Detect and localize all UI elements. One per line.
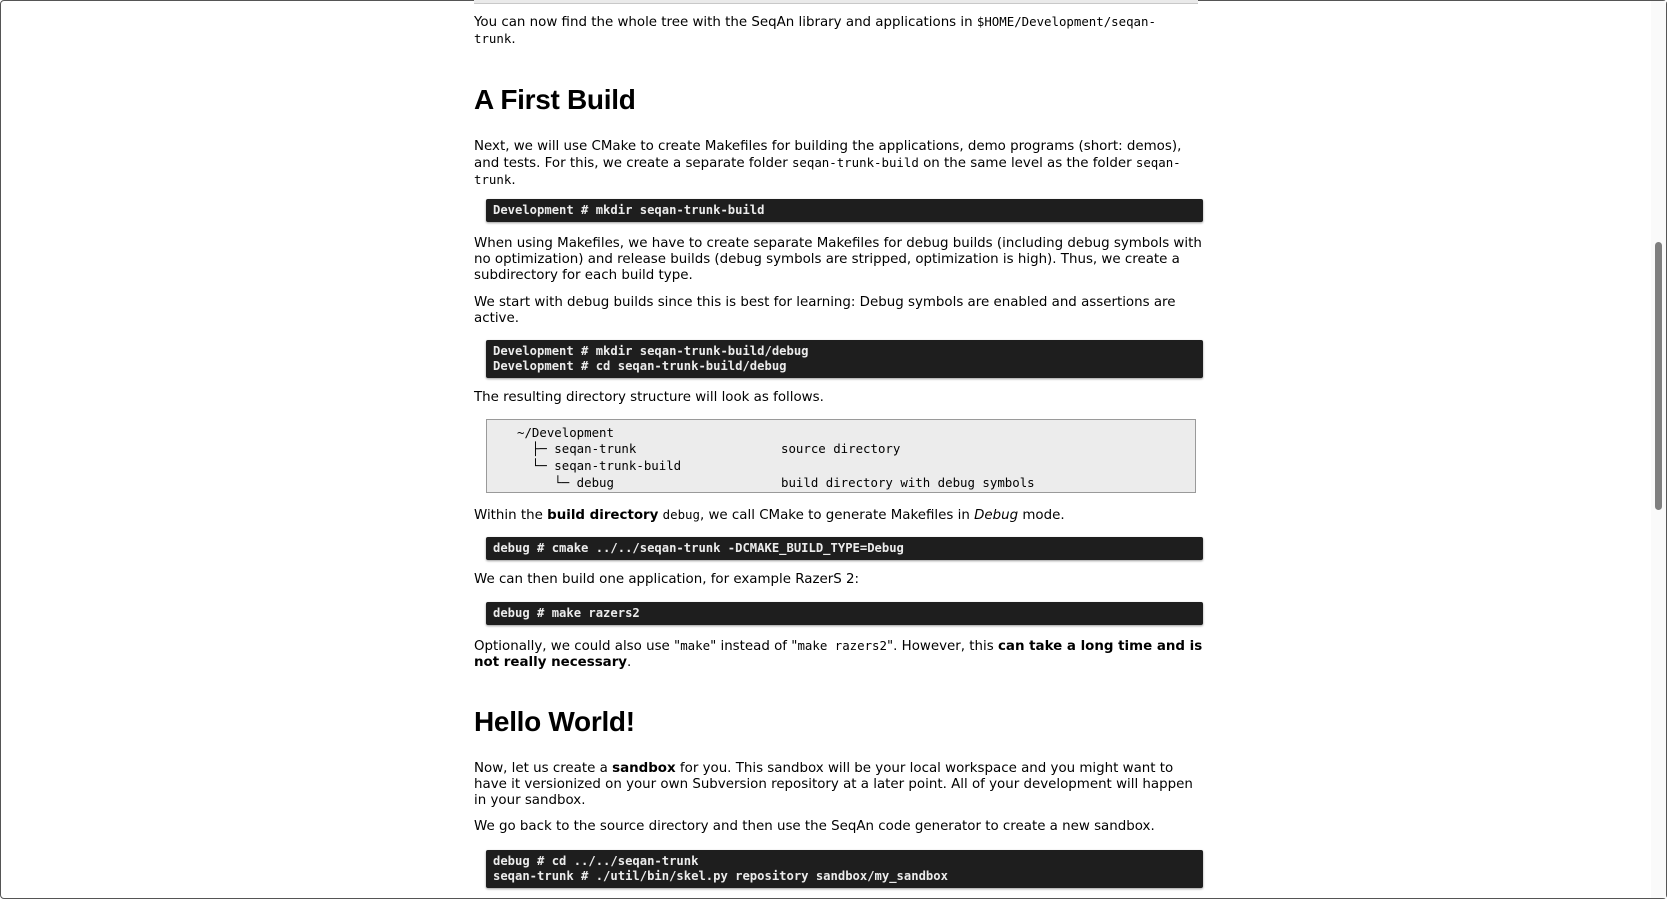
scrollbar-thumb[interactable] [1655, 242, 1662, 510]
build-paragraph-3: We start with debug builds since this is… [474, 295, 1210, 327]
build-p7a: Optionally, we could also use " [474, 639, 681, 654]
code-line: debug # cd ../../seqan-trunk [493, 854, 699, 868]
build-p2-line3: subdirectory for each build type. [474, 268, 693, 283]
hello-p1a: Now, let us create a [474, 761, 608, 776]
code-line: debug # make razers2 [493, 606, 640, 620]
build-p3-line1: We start with debug builds since this is… [474, 295, 1176, 310]
make-razers-code: make razers2 [797, 638, 887, 653]
build-p5c: mode. [1022, 508, 1065, 523]
code-line: Development # mkdir seqan-trunk-build/de… [493, 344, 809, 358]
build-paragraph-4: The resulting directory structure will l… [474, 390, 824, 405]
heading-first-build: A First Build [474, 84, 636, 115]
tree-row: ├─ seqan-trunk [517, 441, 637, 456]
hello-p1-line3: in your sandbox. [474, 793, 586, 808]
intro-text: You can now find the whole tree with the… [474, 15, 973, 30]
emphasis-not-necessary: not really necessary [474, 655, 628, 670]
intro-end: . [511, 32, 516, 47]
debug-dir-code: debug [662, 507, 700, 522]
tree-row: ~/Development [517, 425, 614, 440]
code-line: Development # cd seqan-trunk-build/debug [493, 359, 787, 373]
top-divider [474, 0, 1198, 4]
make-code: make [680, 638, 711, 653]
tree-row: └─ seqan-trunk-build [517, 458, 682, 473]
build-p1-line2b: on the same level as the folder [923, 156, 1132, 171]
intro-path-code: $HOME/Development/seqan- [976, 14, 1156, 29]
build-paragraph-2: When using Makefiles, we have to create … [474, 236, 1210, 284]
vertical-scrollbar[interactable] [1651, 1, 1666, 898]
build-paragraph-1: Next, we will use CMake to create Makefi… [474, 139, 1210, 189]
code-line: debug # cmake ../../seqan-trunk -DCMAKE_… [493, 541, 904, 555]
source-folder-code: seqan- [1135, 155, 1181, 170]
sandbox-term: sandbox [612, 761, 676, 776]
code-block-cmake: debug # cmake ../../seqan-trunk -DCMAKE_… [486, 537, 1203, 560]
code-block-debug-dir: Development # mkdir seqan-trunk-build/de… [486, 340, 1203, 378]
hello-paragraph-2: We go back to the source directory and t… [474, 819, 1155, 834]
build-p1-end: . [511, 173, 516, 188]
build-p7c: ". However, this [886, 639, 994, 654]
heading-hello-world: Hello World! [474, 706, 635, 737]
build-p2-line2: no optimization) and release builds (deb… [474, 252, 1180, 267]
build-paragraph-7: Optionally, we could also use "make" ins… [474, 638, 1210, 671]
code-block-make: debug # make razers2 [486, 602, 1203, 625]
build-p7b: " instead of " [710, 639, 798, 654]
hello-paragraph-1: Now, let us create a sandbox for you. Th… [474, 761, 1210, 809]
build-p3-line2: active. [474, 311, 519, 326]
build-paragraph-5: Within the build directory debug, we cal… [474, 507, 1210, 524]
tree-row: └─ debug [517, 475, 614, 490]
tree-description: build directory with debug symbols [781, 475, 1035, 490]
hello-p1b: for you. This sandbox will be your local… [679, 761, 1174, 776]
build-folder-code: seqan-trunk-build [791, 155, 919, 170]
code-line: Development # mkdir seqan-trunk-build [493, 203, 765, 217]
build-paragraph-6: We can then build one application, for e… [474, 572, 860, 587]
build-p5b: , we call CMake to generate Makefiles in [699, 508, 970, 523]
code-line: seqan-trunk # ./util/bin/skel.py reposit… [493, 869, 948, 883]
directory-tree: ~/Development ├─ seqan-trunk source dire… [486, 419, 1196, 493]
build-p1-line1: Next, we will use CMake to create Makefi… [474, 139, 1182, 154]
build-p5a: Within the [474, 508, 543, 523]
code-block-mkdir: Development # mkdir seqan-trunk-build [486, 199, 1203, 222]
build-dir-term: build directory [547, 508, 659, 523]
build-p1-line2a: and tests. For this, we create a separat… [474, 156, 788, 171]
source-folder-code-cont: trunk [474, 172, 512, 187]
build-p2-line1: When using Makefiles, we have to create … [474, 236, 1202, 251]
intro-path-code-cont: trunk [474, 31, 512, 46]
emphasis-long-time: can take a long time and is [997, 639, 1203, 654]
intro-paragraph: You can now find the whole tree with the… [474, 14, 1210, 48]
code-block-sandbox: debug # cd ../../seqan-trunk seqan-trunk… [486, 850, 1203, 888]
hello-p1-line2: have it versionized on your own Subversi… [474, 777, 1193, 792]
tree-description: source directory [781, 441, 901, 456]
build-p7-end: . [627, 655, 632, 670]
debug-mode-term: Debug [974, 508, 1019, 523]
